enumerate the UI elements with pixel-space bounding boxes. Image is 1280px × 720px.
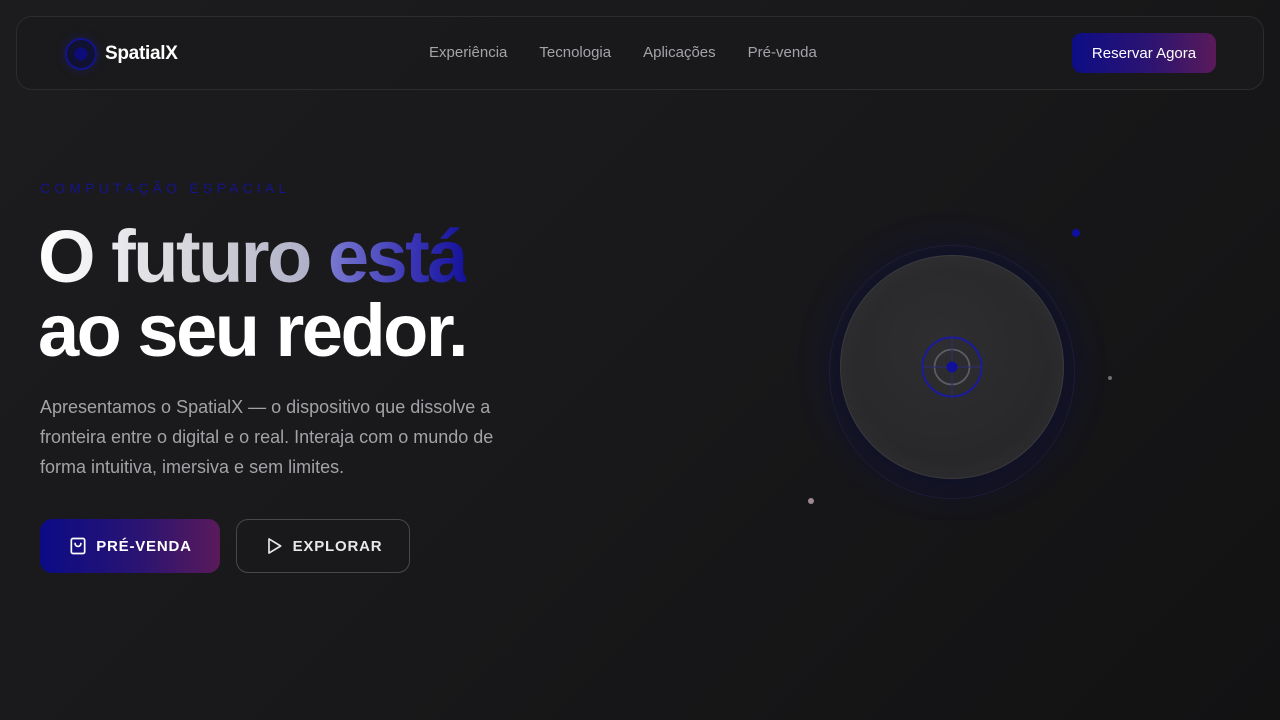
headline-part-2: está: [327, 215, 469, 298]
hero-description: Apresentamos o SpatialX — o dispositivo …: [40, 397, 494, 477]
pre-order-label: PRÉ-VENDA: [96, 537, 192, 555]
reserve-now-button[interactable]: Reservar Agora: [1072, 33, 1216, 73]
nav-links: Experiência Tecnologia Aplicações Pré-ve…: [429, 44, 817, 61]
floating-dot: [1072, 229, 1080, 237]
hero-eyebrow: COMPUTAÇÃO ESPACIAL: [40, 180, 291, 196]
headline-line-1: O futuro está: [38, 220, 468, 294]
nav-link-pre-venda[interactable]: Pré-venda: [748, 44, 817, 61]
play-icon: [264, 536, 284, 556]
target-icon: [920, 336, 984, 400]
nav-link-experiencia[interactable]: Experiência: [429, 44, 507, 61]
headline-line-2: ao seu redor.: [38, 289, 469, 372]
brand-name: SpatialX: [105, 43, 178, 64]
floating-dot: [808, 498, 814, 504]
explore-label: EXPLORAR: [292, 537, 383, 555]
floating-dot: [1108, 376, 1112, 380]
navbar: SpatialX Experiência Tecnologia Aplicaçõ…: [16, 16, 1264, 90]
logo-ring-icon: [65, 38, 97, 70]
nav-link-tecnologia[interactable]: Tecnologia: [539, 44, 611, 61]
nav-link-aplicacoes[interactable]: Aplicações: [643, 44, 716, 61]
headline-part-1: O futuro: [38, 215, 328, 298]
explore-button[interactable]: EXPLORAR: [236, 519, 410, 573]
pre-order-button[interactable]: PRÉ-VENDA: [40, 519, 220, 573]
hero-headline: O futuro está ao seu redor.: [38, 220, 469, 372]
brand-logo[interactable]: SpatialX: [65, 37, 178, 71]
shopping-bag-icon: [68, 536, 88, 556]
